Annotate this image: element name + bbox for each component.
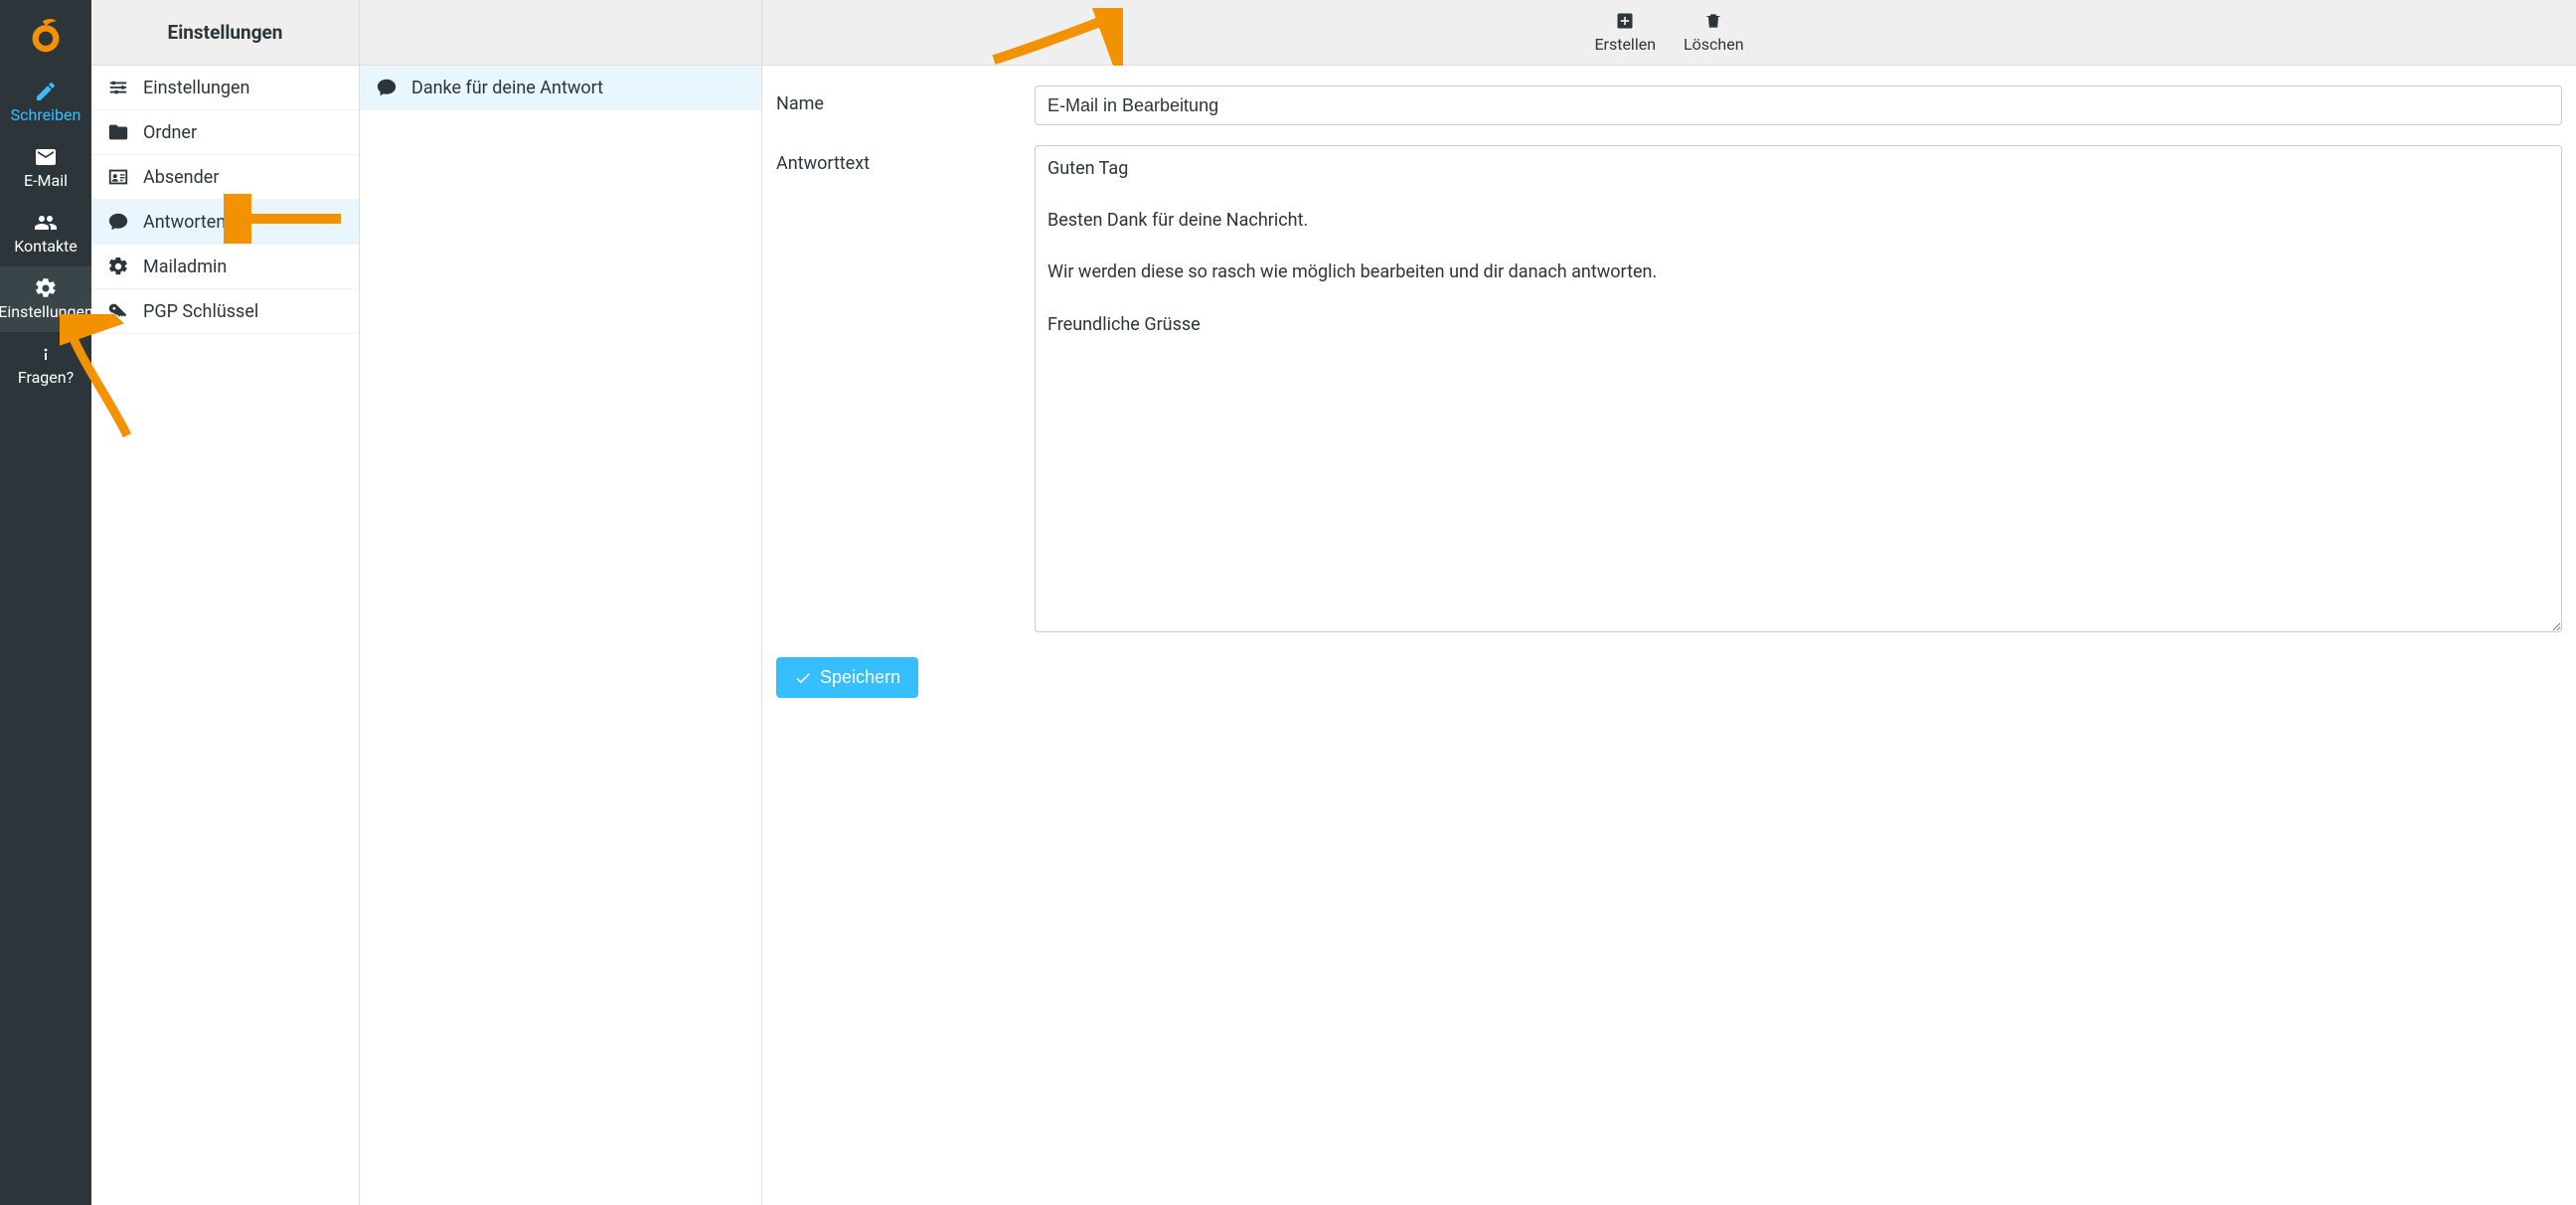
nav-compose-label: Schreiben [11, 107, 81, 123]
main-panel: Erstellen Löschen Name Antworttext [762, 0, 2576, 1205]
nav-contacts-label: Kontakte [14, 239, 78, 255]
name-input[interactable] [1035, 86, 2562, 125]
check-icon [794, 669, 812, 687]
trash-icon [1703, 11, 1723, 31]
settings-item-label: Ordner [143, 122, 197, 143]
settings-item-label: Absender [143, 167, 219, 188]
settings-item-mailadmin[interactable]: Mailadmin [91, 245, 359, 289]
toolbar-delete-button[interactable]: Löschen [1684, 11, 1744, 54]
nav-compose[interactable]: Schreiben [0, 70, 91, 135]
nav-contacts[interactable]: Kontakte [0, 201, 91, 266]
reply-body-textarea[interactable] [1035, 145, 2562, 632]
settings-list: Einstellungen Ordner Absender Antworten … [91, 66, 359, 334]
reply-list-item[interactable]: Danke für deine Antwort [360, 66, 761, 110]
settings-item-pgp[interactable]: PGP Schlüssel [91, 289, 359, 334]
nav-settings-label: Einstellungen [0, 304, 93, 320]
form-name-label: Name [776, 86, 1035, 114]
nav-mail-label: E-Mail [24, 173, 68, 189]
nav-rail: Schreiben E-Mail Kontakte Einstellungen … [0, 0, 91, 1205]
replies-header-spacer [360, 0, 761, 66]
app-logo [27, 6, 65, 62]
reply-item-label: Danke für deine Antwort [411, 78, 603, 98]
settings-item-identities[interactable]: Absender [91, 155, 359, 200]
plus-square-icon [1615, 11, 1635, 31]
toolbar: Erstellen Löschen [762, 0, 2576, 66]
form-area: Name Antworttext Speichern [762, 66, 2576, 728]
settings-item-folders[interactable]: Ordner [91, 110, 359, 155]
nav-settings[interactable]: Einstellungen [0, 266, 91, 332]
save-button[interactable]: Speichern [776, 657, 918, 698]
settings-item-label: PGP Schlüssel [143, 301, 258, 322]
nav-help-label: Fragen? [18, 370, 74, 386]
settings-item-label: Antworten [143, 212, 226, 233]
settings-item-preferences[interactable]: Einstellungen [91, 66, 359, 110]
nav-help[interactable]: Fragen? [0, 332, 91, 398]
replies-panel: Danke für deine Antwort [360, 0, 762, 1205]
settings-panel-title: Einstellungen [91, 0, 359, 66]
toolbar-delete-label: Löschen [1684, 35, 1744, 54]
nav-mail[interactable]: E-Mail [0, 135, 91, 201]
settings-item-responses[interactable]: Antworten [91, 200, 359, 245]
toolbar-create-button[interactable]: Erstellen [1594, 11, 1656, 54]
save-button-label: Speichern [820, 667, 900, 688]
form-body-label: Antworttext [776, 145, 1035, 174]
settings-panel: Einstellungen Einstellungen Ordner Absen… [91, 0, 360, 1205]
toolbar-create-label: Erstellen [1594, 35, 1656, 54]
settings-item-label: Einstellungen [143, 78, 249, 98]
settings-item-label: Mailadmin [143, 257, 227, 277]
